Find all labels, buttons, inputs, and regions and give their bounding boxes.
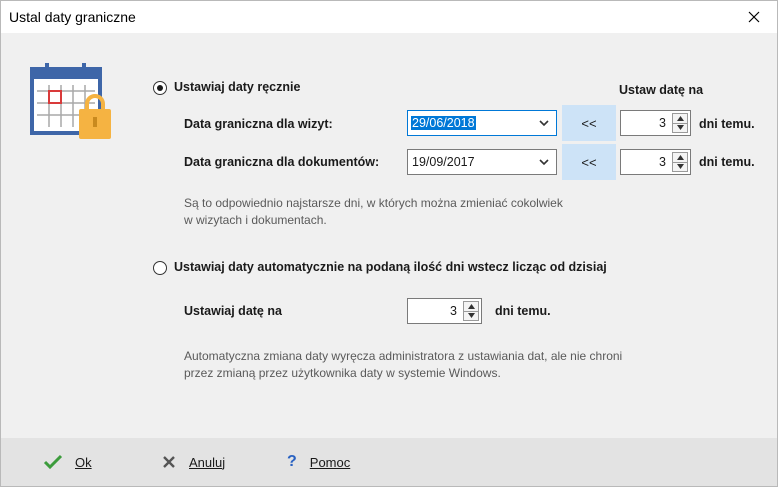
question-mark-icon: ?	[287, 453, 297, 470]
manual-note: Są to odpowiednio najstarsze dni, w któr…	[184, 195, 563, 229]
automatic-radio-label[interactable]: Ustawiaj daty automatycznie na podaną il…	[174, 260, 607, 274]
spin-down-icon[interactable]	[673, 123, 687, 132]
automatic-days-suffix: dni temu.	[495, 304, 551, 318]
close-icon	[748, 11, 760, 23]
calendar-lock-icon	[30, 63, 111, 139]
set-date-header: Ustaw datę na	[619, 83, 704, 97]
window-title: Ustal daty graniczne	[9, 9, 136, 25]
visit-days-spinner[interactable]: 3	[620, 110, 691, 136]
visit-date-label: Data graniczna dla wizyt:	[184, 117, 333, 131]
dialog-footer: Ok Anuluj ? Pomoc	[1, 438, 777, 486]
visit-set-back-label: <<	[581, 115, 597, 131]
help-button[interactable]: ? Pomoc	[287, 448, 350, 476]
documents-set-back-button[interactable]: <<	[562, 144, 616, 180]
visit-days-value[interactable]: 3	[659, 116, 666, 130]
spin-down-icon[interactable]	[464, 311, 478, 320]
documents-date-label: Data graniczna dla dokumentów:	[184, 155, 380, 169]
documents-days-suffix: dni temu.	[699, 155, 755, 169]
cancel-button[interactable]: Anuluj	[162, 448, 225, 476]
ok-button[interactable]: Ok	[43, 448, 92, 476]
ok-label: Ok	[75, 454, 92, 470]
manual-radio-label[interactable]: Ustawiaj daty ręcznie	[174, 80, 300, 94]
close-button[interactable]	[731, 1, 777, 33]
title-bar: Ustal daty graniczne	[1, 1, 777, 33]
documents-spin-buttons	[672, 152, 688, 172]
visit-days-suffix: dni temu.	[699, 117, 755, 131]
x-icon	[163, 456, 175, 468]
manual-note-line2: w wizytach i dokumentach.	[184, 213, 327, 227]
cancel-label: Anuluj	[189, 454, 226, 470]
checkmark-icon	[43, 454, 63, 470]
visit-date-value[interactable]: 29/06/2018	[411, 116, 476, 130]
visit-date-combo[interactable]: 29/06/2018	[407, 110, 557, 136]
documents-days-value[interactable]: 3	[659, 155, 666, 169]
manual-note-line1: Są to odpowiednio najstarsze dni, w któr…	[184, 196, 563, 210]
documents-days-spinner[interactable]: 3	[620, 149, 691, 175]
automatic-set-label: Ustawiaj datę na	[184, 304, 282, 318]
dialog-body: Ustawiaj daty ręcznie Ustaw datę na Data…	[1, 33, 777, 438]
manual-radio[interactable]	[153, 81, 167, 95]
documents-set-back-label: <<	[581, 154, 597, 170]
automatic-spin-buttons	[463, 301, 479, 321]
visit-spin-buttons	[672, 113, 688, 133]
documents-date-value[interactable]: 19/09/2017	[411, 155, 476, 169]
automatic-radio[interactable]	[153, 261, 167, 275]
automatic-days-spinner[interactable]: 3	[407, 298, 482, 324]
chevron-down-icon[interactable]	[538, 156, 550, 168]
automatic-note-line2: przez zmianą przez użytkownika daty w sy…	[184, 366, 501, 380]
automatic-days-value[interactable]: 3	[450, 304, 457, 318]
documents-date-combo[interactable]: 19/09/2017	[407, 149, 557, 175]
automatic-note-line1: Automatyczna zmiana daty wyręcza adminis…	[184, 349, 623, 363]
chevron-down-icon[interactable]	[538, 117, 550, 129]
help-label: Pomoc	[309, 454, 351, 470]
spin-down-icon[interactable]	[673, 162, 687, 171]
radio-selected-dot	[157, 85, 163, 91]
dialog-window: Ustal daty graniczne Ustawiaj daty ręczn…	[0, 0, 778, 487]
visit-set-back-button[interactable]: <<	[562, 105, 616, 141]
automatic-note: Automatyczna zmiana daty wyręcza adminis…	[184, 348, 622, 382]
